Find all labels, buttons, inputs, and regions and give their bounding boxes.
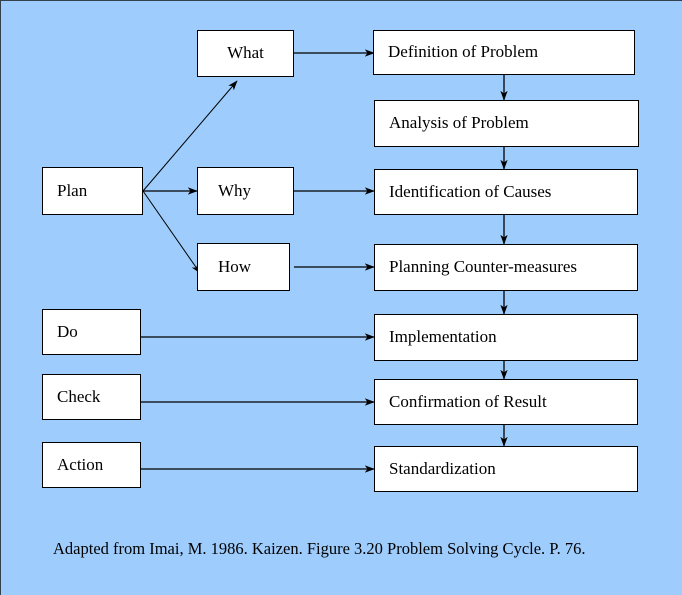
node-check[interactable]: Check [42, 374, 141, 420]
node-what[interactable]: What [197, 30, 294, 77]
node-planning-counter-measures-label: Planning Counter-measures [389, 257, 578, 277]
node-plan-label: Plan [57, 180, 88, 200]
node-how-label: How [218, 256, 252, 276]
node-action[interactable]: Action [42, 442, 141, 488]
connector-layer [141, 49, 508, 473]
node-analysis-of-problem-label: Analysis of Problem [389, 113, 529, 133]
problem-solving-cycle-diagram: Plan Do Check Action What Why How Defini… [0, 0, 682, 595]
node-definition-of-problem-label: Definition of Problem [388, 42, 539, 62]
node-standardization-label: Standardization [389, 458, 496, 478]
node-identification-of-causes-label: Identification of Causes [389, 181, 552, 201]
node-why[interactable]: Why [197, 167, 294, 215]
node-definition-of-problem[interactable]: Definition of Problem [373, 30, 635, 75]
node-confirmation-of-result-label: Confirmation of Result [389, 391, 547, 411]
node-do-label: Do [57, 321, 78, 341]
node-action-label: Action [57, 454, 104, 474]
node-implementation[interactable]: Implementation [374, 314, 638, 361]
node-how[interactable]: How [197, 243, 290, 291]
node-why-label: Why [218, 180, 252, 200]
node-analysis-of-problem[interactable]: Analysis of Problem [374, 100, 639, 147]
node-do[interactable]: Do [42, 309, 141, 355]
node-planning-counter-measures[interactable]: Planning Counter-measures [374, 244, 638, 291]
node-what-label: What [227, 43, 264, 63]
node-confirmation-of-result[interactable]: Confirmation of Result [374, 379, 638, 425]
node-implementation-label: Implementation [389, 327, 497, 347]
node-standardization[interactable]: Standardization [374, 446, 638, 492]
node-plan[interactable]: Plan [42, 167, 143, 215]
figure-caption: Adapted from Imai, M. 1986. Kaizen. Figu… [53, 539, 586, 558]
node-identification-of-causes[interactable]: Identification of Causes [374, 169, 638, 215]
connector-plan-to-how [142, 190, 201, 274]
node-check-label: Check [57, 386, 101, 406]
